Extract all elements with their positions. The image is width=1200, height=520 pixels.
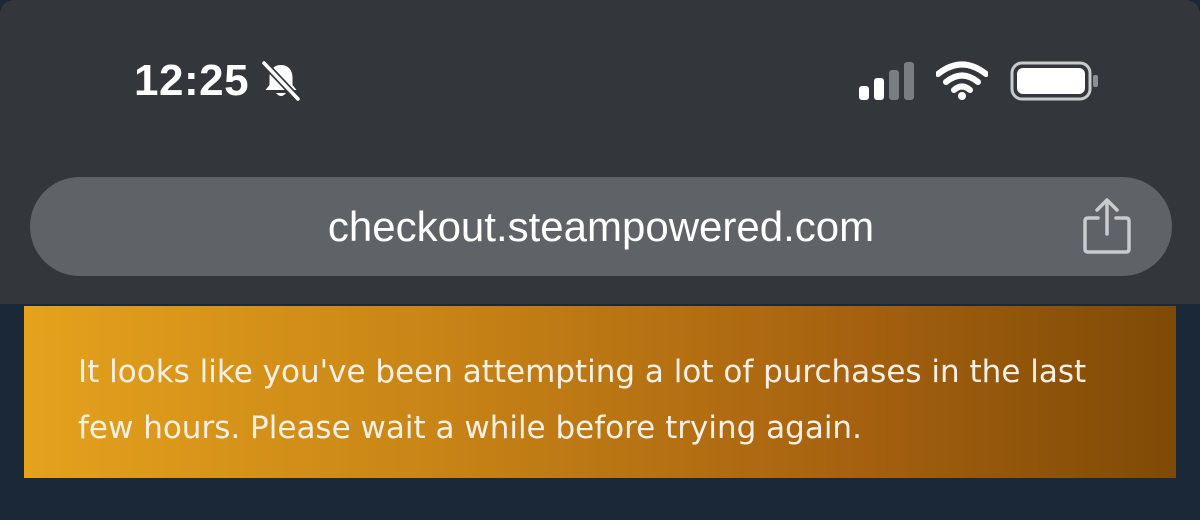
alert-message: It looks like you've been attempting a l… bbox=[78, 354, 1087, 446]
wifi-icon bbox=[936, 61, 988, 100]
cellular-signal-icon bbox=[859, 62, 914, 100]
address-bar[interactable]: checkout.steampowered.com bbox=[30, 177, 1172, 276]
battery-icon bbox=[1010, 61, 1098, 101]
signal-bar bbox=[874, 78, 884, 100]
browser-chrome: 12:25 checkout.steampowered.com bbox=[0, 0, 1200, 304]
share-icon[interactable] bbox=[1080, 196, 1134, 256]
signal-bar bbox=[889, 70, 899, 100]
page-content: It looks like you've been attempting a l… bbox=[0, 304, 1200, 520]
status-bar: 12:25 bbox=[0, 0, 1200, 160]
url-text: checkout.steampowered.com bbox=[327, 203, 875, 250]
status-left: 12:25 bbox=[134, 56, 303, 106]
purchase-limit-alert: It looks like you've been attempting a l… bbox=[24, 306, 1176, 478]
signal-bar bbox=[904, 62, 914, 100]
bell-slash-icon bbox=[260, 59, 302, 103]
signal-bar bbox=[859, 86, 869, 100]
status-right bbox=[859, 58, 1100, 104]
status-time: 12:25 bbox=[134, 56, 250, 105]
